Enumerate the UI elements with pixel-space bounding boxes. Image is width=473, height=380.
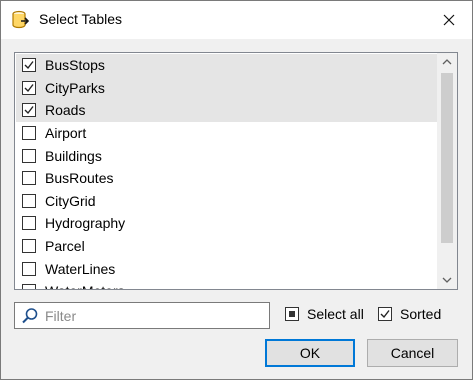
select-all-label: Select all: [307, 306, 364, 322]
sorted-box: [378, 307, 392, 321]
table-row[interactable]: Parcel: [16, 235, 437, 258]
table-row[interactable]: BusRoutes: [16, 167, 437, 190]
table-label: BusRoutes: [45, 170, 114, 187]
table-label: Hydrography: [45, 215, 126, 232]
title-bar: Select Tables: [1, 1, 472, 39]
chevron-down-icon: [442, 277, 452, 283]
table-label: Parcel: [45, 238, 85, 255]
table-checkbox[interactable]: [22, 193, 36, 208]
table-label: BusStops: [45, 57, 105, 74]
table-checkbox[interactable]: [22, 126, 36, 141]
window-title: Select Tables: [39, 11, 123, 27]
table-row[interactable]: CityGrid: [16, 190, 437, 213]
checkmark-icon: [24, 61, 34, 70]
table-label: Buildings: [45, 147, 102, 164]
table-row[interactable]: BusStops: [16, 54, 437, 77]
filter-field[interactable]: [14, 302, 270, 329]
tables-list-rows: BusStops CityParks Roads Airport Buildings Bu…: [16, 54, 437, 289]
sorted-checkbox[interactable]: Sorted: [378, 306, 441, 322]
table-checkbox[interactable]: [22, 261, 36, 276]
filter-input[interactable]: [45, 307, 265, 324]
sorted-label: Sorted: [400, 306, 442, 322]
table-label: CityParks: [45, 79, 105, 96]
scroll-up-button[interactable]: [437, 53, 457, 71]
close-icon: [443, 14, 455, 26]
select-all-box: [285, 307, 299, 321]
table-checkbox[interactable]: [22, 80, 36, 95]
table-row[interactable]: Roads: [16, 99, 437, 122]
table-label: WaterLines: [45, 260, 116, 277]
table-label: CityGrid: [45, 192, 96, 209]
checkmark-icon: [24, 83, 34, 92]
vertical-scrollbar[interactable]: [437, 53, 457, 289]
checkmark-icon: [24, 106, 34, 115]
chevron-up-icon: [442, 59, 452, 65]
database-export-icon: [12, 10, 30, 29]
table-label: Roads: [45, 102, 86, 119]
ok-button[interactable]: OK: [265, 339, 355, 367]
table-checkbox[interactable]: [22, 171, 36, 186]
close-button[interactable]: [426, 1, 472, 39]
cancel-button[interactable]: Cancel: [367, 339, 458, 367]
table-row[interactable]: CityParks: [16, 76, 437, 100]
table-row[interactable]: Hydrography: [16, 212, 437, 235]
checkmark-icon: [380, 310, 390, 319]
scroll-down-button[interactable]: [437, 271, 457, 289]
table-row[interactable]: WaterLines: [16, 257, 437, 280]
table-checkbox[interactable]: [22, 284, 36, 289]
select-tables-dialog: Select Tables BusStops CityParks Roads Airp…: [0, 0, 473, 380]
table-checkbox[interactable]: [22, 58, 36, 73]
table-checkbox[interactable]: [22, 239, 36, 254]
select-all-checkbox[interactable]: Select all: [285, 306, 364, 322]
table-row[interactable]: Buildings: [16, 144, 437, 167]
table-row[interactable]: Airport: [16, 122, 437, 145]
tables-list[interactable]: BusStops CityParks Roads Airport Buildings Bu…: [14, 52, 458, 290]
table-checkbox[interactable]: [22, 103, 36, 118]
table-checkbox[interactable]: [22, 148, 36, 163]
table-label: Airport: [45, 125, 87, 142]
table-row[interactable]: WaterMeters: [16, 280, 437, 289]
search-icon: [22, 307, 38, 323]
table-checkbox[interactable]: [22, 216, 36, 231]
table-label: WaterMeters: [45, 283, 125, 289]
scroll-thumb[interactable]: [441, 73, 453, 243]
